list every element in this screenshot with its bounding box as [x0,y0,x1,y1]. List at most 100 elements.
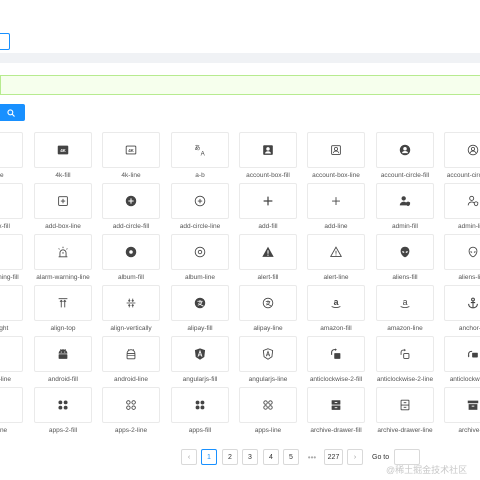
icon-tile-add-box-fill[interactable] [0,183,23,219]
icon-tile-anticlockwise-fill[interactable] [444,336,480,372]
pagination-ellipsis[interactable]: ••• [304,449,320,465]
search-button[interactable] [0,104,25,121]
pagination-page-4[interactable]: 4 [263,449,279,465]
alarm-warning-fill-icon [0,245,1,259]
archive-drawer-line-icon [400,399,410,411]
icon-tile-alarm-warning-line[interactable] [34,234,92,270]
pagination-next-button[interactable]: › [347,449,363,465]
icon-tile-align-top[interactable] [34,285,92,321]
icon-tile-4k-fill[interactable]: 4K [34,132,92,168]
4k-line-icon: 4K [0,143,1,157]
svg-text:A: A [201,150,206,157]
android-line-icon [126,348,136,360]
icon-tile-android-line[interactable] [0,336,23,372]
amazon-line-icon: a [400,297,410,308]
icon-tile-android-line[interactable] [102,336,160,372]
pagination-page-1[interactable]: 1 [201,449,217,465]
aliens-fill-icon [400,246,410,258]
icon-label: anticlockwise-fill [449,376,480,383]
section-divider [0,53,480,63]
icon-tile-anticlockwise-2-fill[interactable] [307,336,365,372]
icon-tile-album-fill[interactable] [102,234,160,270]
icon-tile-alipay-line[interactable] [239,285,297,321]
icon-tile-alarm-warning-fill[interactable] [0,234,23,270]
android-line-icon [0,347,1,361]
add-box-line-icon [58,196,68,206]
align-vertically-icon [126,298,136,308]
icon-tile-add-circle-line[interactable] [171,183,229,219]
anchor-fill-icon [468,297,478,309]
icon-tile-alert-fill[interactable] [239,234,297,270]
pagination-page-last[interactable]: 227 [324,449,343,465]
icon-tile-add-circle-fill[interactable] [102,183,160,219]
icon-label: alert-line [323,274,349,281]
angularjs-fill-icon [194,348,206,360]
icon-tile-album-line[interactable] [171,234,229,270]
icon-tile-archive-drawer-line[interactable] [376,387,434,423]
icon-label: apps-2-line [114,427,148,434]
icon-tile-alipay-fill[interactable] [171,285,229,321]
watermark: @稀土掘金技术社区 [386,465,468,475]
icon-label: 4k-line [121,172,141,179]
apps-fill-icon [195,400,205,410]
pagination-prev-button[interactable]: ‹ [181,449,197,465]
icon-tile-align-vertically[interactable] [102,285,160,321]
icon-tile-alert-line[interactable] [307,234,365,270]
icon-tile-account-circle-fill[interactable] [376,132,434,168]
account-circle-line-icon [467,144,479,156]
svg-text:4K: 4K [128,148,134,153]
icon-tile-apps-fill[interactable] [171,387,229,423]
pagination-page-5[interactable]: 5 [283,449,299,465]
icon-tile-aliens-line[interactable] [444,234,480,270]
icon-tile-4k-line[interactable]: 4K [0,132,23,168]
apps-line-icon [263,400,273,410]
album-fill-icon [125,246,137,258]
a-b-icon: あA [194,145,206,157]
icon-tile-a-b[interactable]: あA [171,132,229,168]
icon-tile-angularjs-fill[interactable] [171,336,229,372]
icon-label: aliens-line [458,274,480,281]
alarm-warning-line-icon [58,246,68,258]
icon-tile-amazon-line[interactable]: a [376,285,434,321]
icon-tile-archive-fill[interactable] [444,387,480,423]
icon-label: anticlockwise-2-fill [309,376,363,383]
icon-tile-admin-fill[interactable] [376,183,434,219]
icon-tile-4k-line[interactable]: 4K [102,132,160,168]
icon-label: amazon-fill [320,325,352,332]
align-right-icon [0,296,1,310]
icon-tile-add-line[interactable] [307,183,365,219]
icon-tile-apps-line[interactable] [0,387,23,423]
icon-tile-apps-2-line[interactable] [102,387,160,423]
icon-label: android-line [114,376,148,383]
icon-tile-account-box-fill[interactable] [239,132,297,168]
icon-tile-amazon-fill[interactable]: a [307,285,365,321]
icon-tile-align-right[interactable] [0,285,23,321]
archive-drawer-fill-icon [331,400,341,410]
pagination-page-3[interactable]: 3 [242,449,258,465]
icon-tile-archive-drawer-fill[interactable] [307,387,365,423]
icon-label: account-box-line [312,172,360,179]
icon-tile-android-fill[interactable] [34,336,92,372]
icon-tile-anticlockwise-2-line[interactable] [376,336,434,372]
pagination-page-2[interactable]: 2 [222,449,238,465]
icon-tile-account-circle-line[interactable] [444,132,480,168]
add-line-icon [332,197,340,205]
icon-tile-admin-line[interactable] [444,183,480,219]
icon-tile-anchor-fill[interactable] [444,285,480,321]
account-box-fill-icon [263,145,273,155]
apps-2-line-icon [126,400,136,410]
icon-tile-add-box-line[interactable] [34,183,92,219]
icon-tile-aliens-fill[interactable] [376,234,434,270]
icon-tile-apps-line[interactable] [239,387,297,423]
svg-text:4K: 4K [60,148,66,153]
icon-tile-apps-2-fill[interactable] [34,387,92,423]
android-fill-icon [58,348,68,359]
add-box-fill-icon [0,194,1,208]
icon-tile-add-fill[interactable] [239,183,297,219]
filter-input[interactable] [0,33,10,50]
amazon-fill-icon: a [331,297,341,309]
icon-tile-account-box-line[interactable] [307,132,365,168]
svg-text:あ: あ [194,145,200,152]
icon-tile-angularjs-line[interactable] [239,336,297,372]
alipay-fill-icon [194,297,206,309]
